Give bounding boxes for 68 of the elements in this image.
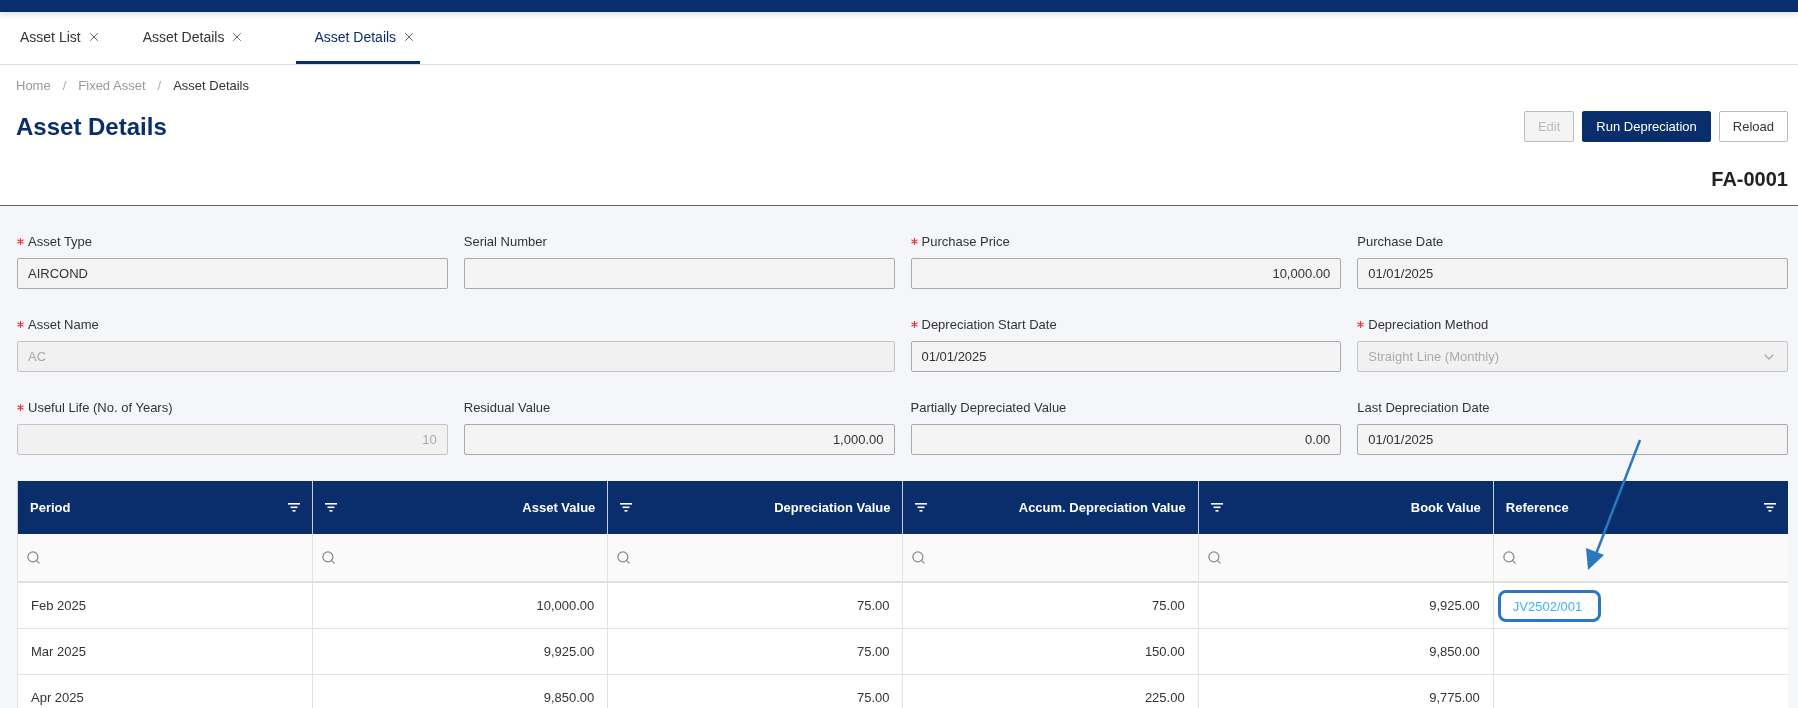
table-cell: Mar 2025 xyxy=(17,629,313,675)
table-cell: 9,850.00 xyxy=(1197,629,1493,675)
tab[interactable]: Asset List xyxy=(20,12,103,64)
filter-icon[interactable] xyxy=(915,503,928,512)
filter-field[interactable] xyxy=(1197,534,1493,583)
field-label: Serial Number xyxy=(463,234,547,249)
breadcrumb-separator: / xyxy=(157,78,162,93)
search-icon xyxy=(616,550,632,565)
input-field[interactable]: 1,000.00 xyxy=(463,424,895,455)
filter-field[interactable] xyxy=(17,534,313,583)
tab[interactable]: Asset Details xyxy=(296,12,421,64)
breadcrumb-separator: / xyxy=(62,78,67,93)
column-header[interactable]: Book Value xyxy=(1197,481,1493,534)
input-field[interactable]: 01/01/2025 xyxy=(1357,424,1788,455)
page-title: Asset Details xyxy=(16,112,167,141)
column-header[interactable]: Reference xyxy=(1492,481,1788,534)
field-label: Partially Depreciated Value xyxy=(910,400,1067,415)
field-label: Residual Value xyxy=(463,400,551,415)
tab[interactable]: Asset Details xyxy=(142,12,247,64)
column-header[interactable]: Asset Value xyxy=(312,481,608,534)
table-cell: 75.00 xyxy=(607,629,903,675)
filter-icon[interactable] xyxy=(620,503,633,512)
field-label: Last Depreciation Date xyxy=(1357,400,1490,415)
field-label: Purchase Price xyxy=(910,234,1010,249)
field-label: Asset Type xyxy=(17,234,93,249)
filter-icon[interactable] xyxy=(1764,503,1776,512)
input-field[interactable]: 01/01/2025 xyxy=(1357,258,1788,289)
table-cell: 9,925.00 xyxy=(312,629,608,675)
field-label: Asset Name xyxy=(17,317,99,332)
table-cell: Feb 2025 xyxy=(17,583,313,629)
input-field[interactable]: 10,000.00 xyxy=(910,258,1342,289)
input-field[interactable]: AIRCOND xyxy=(17,258,448,289)
record-code: FA-0001 xyxy=(1711,168,1788,190)
column-header[interactable]: Depreciation Value xyxy=(607,481,903,534)
filter-icon[interactable] xyxy=(325,503,338,512)
field-label: Purchase Date xyxy=(1357,234,1444,249)
filter-field[interactable] xyxy=(312,534,608,583)
column-header[interactable]: Accum. Depreciation Value xyxy=(902,481,1198,534)
table-cell: 150.00 xyxy=(902,629,1198,675)
field-label: Depreciation Method xyxy=(1357,317,1489,332)
search-icon xyxy=(321,550,337,565)
field-label: Depreciation Start Date xyxy=(910,317,1057,332)
table-cell: Apr 2025 xyxy=(17,675,313,708)
search-icon xyxy=(1206,550,1222,565)
table-cell: 75.00 xyxy=(607,675,903,708)
table-cell: 10,000.00 xyxy=(312,583,608,629)
table-cell: 9,925.00 xyxy=(1197,583,1493,629)
table-cell: 9,775.00 xyxy=(1197,675,1493,708)
input-field[interactable] xyxy=(463,258,895,289)
table-cell: 9,850.00 xyxy=(312,675,608,708)
column-header[interactable]: Period xyxy=(17,481,313,534)
input-field[interactable]: 01/01/2025 xyxy=(910,341,1342,372)
field-label: Useful Life (No. of Years) xyxy=(17,400,173,415)
table-cell: 75.00 xyxy=(902,583,1198,629)
filter-icon[interactable] xyxy=(1210,503,1223,512)
table-cell: 75.00 xyxy=(607,583,903,629)
filter-icon[interactable] xyxy=(288,503,301,512)
filter-field[interactable] xyxy=(1492,534,1788,583)
table-cell: 225.00 xyxy=(902,675,1198,708)
search-icon xyxy=(1501,550,1517,565)
action-button[interactable]: Reload xyxy=(1718,111,1788,142)
search-icon xyxy=(911,550,927,565)
filter-field[interactable] xyxy=(902,534,1198,583)
breadcrumb-item: Asset Details xyxy=(173,78,249,93)
input-field[interactable]: 0.00 xyxy=(910,424,1342,455)
filter-field[interactable] xyxy=(607,534,903,583)
action-button[interactable]: Run Depreciation xyxy=(1582,111,1711,142)
search-icon xyxy=(26,550,41,565)
